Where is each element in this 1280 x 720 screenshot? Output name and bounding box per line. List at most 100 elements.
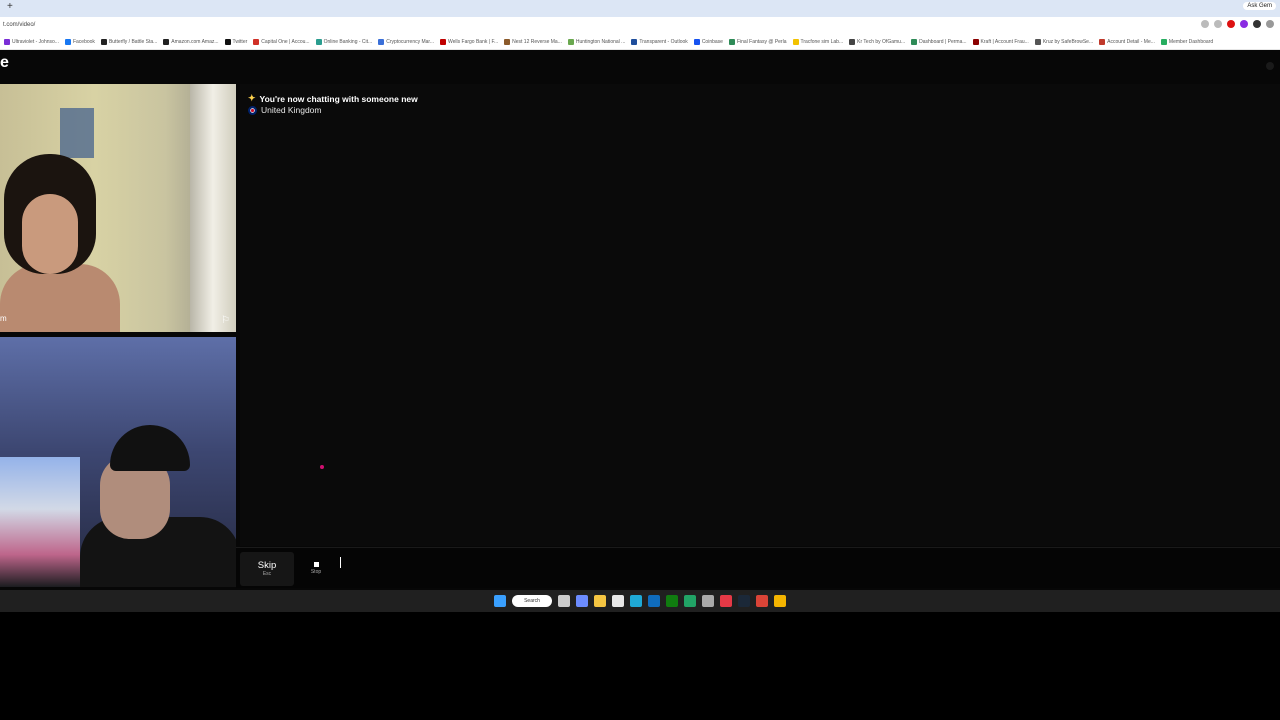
bookmark-item[interactable]: Final Fantasy @ Perla <box>728 39 787 45</box>
bookmark-item[interactable]: Dashboard | Perma... <box>911 39 967 45</box>
windows-taskbar: Search <box>0 590 1280 612</box>
bookmark-label: Kruz by SafeBrowSe... <box>1042 39 1094 45</box>
extension-icon[interactable] <box>1214 20 1222 28</box>
edge-icon[interactable] <box>630 595 642 607</box>
background-shelf <box>60 108 94 158</box>
screen-letterbox <box>0 612 1280 720</box>
bookmark-item[interactable]: Transparent - Outlook <box>631 39 688 45</box>
stop-button[interactable]: Stop <box>302 556 330 584</box>
chat-message-input[interactable] <box>339 554 1269 582</box>
sparkle-icon: ✦ <box>248 93 256 103</box>
bookmark-favicon-icon <box>100 39 107 45</box>
bookmark-item[interactable]: Cryptocurrency Mar... <box>378 39 434 45</box>
outlook-icon[interactable] <box>648 595 660 607</box>
location-message: United Kingdom <box>248 105 321 115</box>
store-icon[interactable] <box>612 595 624 607</box>
skip-button[interactable]: Skip Esc <box>240 552 294 586</box>
bookmark-label: Tracfone sim Lab... <box>800 39 844 45</box>
bookmark-item[interactable]: Coinbase <box>693 39 723 45</box>
url-text[interactable]: t.com/video/ <box>3 22 35 28</box>
bookmark-item[interactable]: Butterfly / Battle Sta... <box>100 39 158 45</box>
system-message-text: You're now chatting with someone new <box>259 93 418 104</box>
skip-label: Skip <box>257 560 277 571</box>
file-explorer-icon[interactable] <box>594 595 606 607</box>
bookmark-label: Transparent - Outlook <box>639 39 688 45</box>
bookmark-label: Coinbase <box>701 39 723 45</box>
report-flag-icon[interactable]: ⚐ <box>221 315 230 326</box>
bookmark-favicon-icon <box>378 39 385 45</box>
bookmark-item[interactable]: Tracfone sim Lab... <box>792 39 844 45</box>
bookmark-favicon-icon <box>567 39 574 45</box>
bookmark-item[interactable]: Wells Fargo Bank | F... <box>440 39 498 45</box>
bookmark-favicon-icon <box>4 39 10 45</box>
text-caret <box>340 557 341 568</box>
chat-panel: ✦ You're now chatting with someone new U… <box>240 84 1280 546</box>
bookmark-label: Kraft | Account Frau... <box>980 39 1029 45</box>
chrome-icon[interactable] <box>756 595 768 607</box>
start-icon[interactable] <box>494 595 506 607</box>
video-chat-page: e m ⚐ ✦ You're now chatting with someone… <box>0 50 1280 590</box>
mouse-cursor-dot <box>320 465 324 469</box>
bookmark-item[interactable]: Online Banking - Cit... <box>315 39 373 45</box>
background-curtain <box>190 84 236 332</box>
bookmark-item[interactable]: Ultraviolet - Johnso... <box>4 39 59 45</box>
moon-icon[interactable] <box>1253 20 1261 28</box>
bookmarks-bar: Ultraviolet - Johnso... Facebook Butterfly… <box>0 35 1280 50</box>
stop-icon <box>313 562 319 567</box>
bookmark-item[interactable]: Kr Tech by OfGamu... <box>849 39 905 45</box>
skip-hint: Esc <box>262 571 272 577</box>
location-text: United Kingdom <box>261 105 322 115</box>
bookmark-label: Cryptocurrency Mar... <box>386 39 434 45</box>
bookmark-item[interactable]: Capital One | Accou... <box>253 39 310 45</box>
ask-gemini-button[interactable]: Ask Gem <box>1243 2 1276 10</box>
calculator-icon[interactable] <box>702 595 714 607</box>
bookmark-label: Nest 12 Reverse Ma... <box>512 39 562 45</box>
stranger-video: m ⚐ <box>0 84 236 332</box>
bookmark-favicon-icon <box>1034 39 1041 45</box>
copilot-icon[interactable] <box>576 595 588 607</box>
sheets-icon[interactable] <box>684 595 696 607</box>
site-logo[interactable]: e <box>0 54 9 72</box>
bookmark-label: Ultraviolet - Johnso... <box>12 39 59 45</box>
snip-icon[interactable] <box>720 595 732 607</box>
bookmark-label: Twitter <box>232 39 248 45</box>
bookmark-favicon-icon <box>64 39 71 45</box>
chat-controls: Skip Esc Stop <box>236 547 1280 588</box>
new-tab-button[interactable]: + <box>7 1 13 12</box>
bookmark-item[interactable]: Huntington National ... <box>567 39 625 45</box>
bookmark-item[interactable]: Member Dashboard <box>1160 39 1213 45</box>
bookmark-item[interactable]: Account Detail - Me... <box>1099 39 1155 45</box>
profile-icon[interactable] <box>1240 20 1248 28</box>
steam-icon[interactable] <box>738 595 750 607</box>
self-cap <box>110 425 190 471</box>
puzzle-icon[interactable] <box>1266 20 1274 28</box>
chrome-alt-icon[interactable] <box>774 595 786 607</box>
star-icon[interactable] <box>1201 20 1209 28</box>
bookmark-item[interactable]: Kruz by SafeBrowSe... <box>1034 39 1094 45</box>
bookmark-item[interactable]: Nest 12 Reverse Ma... <box>504 39 562 45</box>
toolbar-icons <box>1201 20 1274 28</box>
bookmark-favicon-icon <box>253 39 260 45</box>
bookmark-item[interactable]: Kraft | Account Frau... <box>972 39 1029 45</box>
taskbar-search[interactable]: Search <box>512 595 552 607</box>
task-view-icon[interactable] <box>558 595 570 607</box>
browser-tab-strip: + Ask Gem <box>0 0 1280 17</box>
xbox-icon[interactable] <box>666 595 678 607</box>
bookmark-favicon-icon <box>315 39 322 45</box>
bookmark-label: Butterfly / Battle Sta... <box>108 39 158 45</box>
stop-label: Stop <box>310 569 322 575</box>
system-message: ✦ You're now chatting with someone new <box>248 93 418 104</box>
bookmark-label: Account Detail - Me... <box>1107 39 1155 45</box>
bookmark-label: Capital One | Accou... <box>261 39 310 45</box>
record-icon[interactable] <box>1227 20 1235 28</box>
bookmark-favicon-icon <box>504 39 511 45</box>
address-bar[interactable]: t.com/video/ <box>0 17 1280 35</box>
bookmark-item[interactable]: Facebook <box>64 39 95 45</box>
bookmark-item[interactable]: Twitter <box>224 39 248 45</box>
stranger-body <box>0 264 120 332</box>
menu-icon[interactable] <box>1266 62 1274 70</box>
bookmark-item[interactable]: Amazon.com Amaz... <box>163 39 219 45</box>
bookmark-label: Dashboard | Perma... <box>919 39 967 45</box>
bookmark-label: Online Banking - Cit... <box>323 39 373 45</box>
bookmark-favicon-icon <box>972 39 979 45</box>
